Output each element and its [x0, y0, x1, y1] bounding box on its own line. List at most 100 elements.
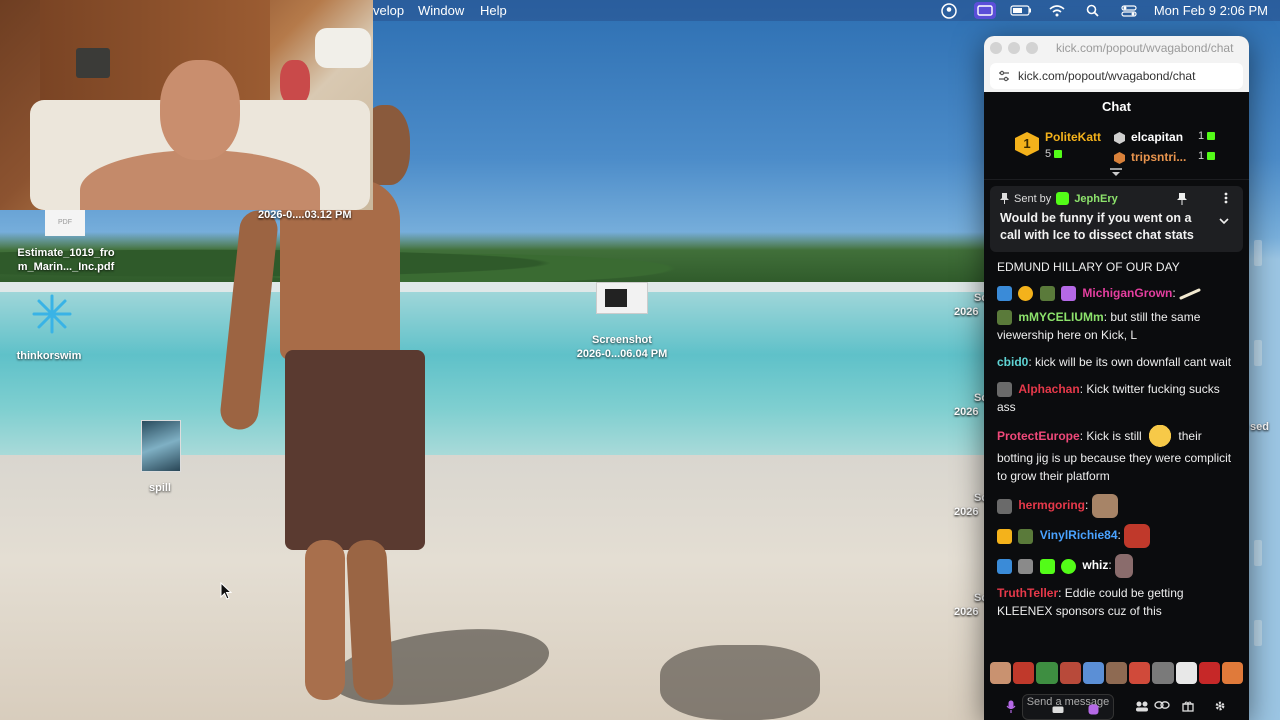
url-text[interactable]: kick.com/popout/wvagabond/chat	[1018, 69, 1195, 83]
badge-icon	[1018, 528, 1034, 544]
chat-username[interactable]: cbid0	[997, 355, 1028, 369]
chat-username[interactable]: MichiganGrown	[1082, 286, 1172, 300]
url-field[interactable]: kick.com/popout/wvagabond/chat	[990, 63, 1243, 89]
chat-username[interactable]: ProtectEurope	[997, 429, 1080, 443]
emote-icon[interactable]	[1059, 662, 1081, 684]
edge-file-icon[interactable]	[1254, 540, 1262, 566]
leader-third-name[interactable]: tripsntri...	[1131, 150, 1186, 164]
pdf-file-label[interactable]: Estimate_1019_fro m_Marin..._Inc.pdf	[14, 246, 118, 274]
thinkorswim-icon[interactable]	[30, 292, 74, 336]
edge-item-label[interactable]: 2026	[954, 406, 978, 418]
chat-message[interactable]: mMYCELIUMm: but still the same viewershi…	[997, 308, 1236, 344]
emote-quick-bar	[990, 662, 1244, 686]
webcam-overlay	[0, 0, 373, 210]
close-window-button[interactable]	[990, 42, 1002, 54]
spill-file-label[interactable]: spill	[130, 481, 190, 495]
badge-icon	[997, 286, 1012, 302]
chat-message[interactable]: MichiganGrown:	[997, 284, 1236, 302]
chat-username[interactable]: Alphachan	[1018, 382, 1079, 396]
chat-username[interactable]: whiz	[1082, 558, 1108, 572]
emote-icon[interactable]	[1082, 662, 1104, 684]
emote-icon[interactable]	[990, 662, 1012, 684]
menu-window[interactable]: Window	[418, 3, 464, 18]
leader-first-name[interactable]: PoliteKatt	[1045, 130, 1101, 144]
emote-icon	[1145, 425, 1176, 449]
screen-mirror-icon[interactable]	[973, 2, 996, 19]
screenshot-file-label[interactable]: Screenshot 2026-0...06.04 PM	[566, 333, 678, 361]
pin-icon[interactable]	[1177, 193, 1187, 205]
badge-icon	[997, 382, 1012, 398]
badge-icon	[1018, 286, 1034, 302]
menu-help[interactable]: Help	[480, 3, 507, 18]
chat-message[interactable]: hermgoring:	[997, 494, 1236, 518]
collapse-leaderboard-icon[interactable]	[1109, 168, 1123, 178]
bronze-rank-icon	[1114, 152, 1125, 164]
pin-small-icon	[1000, 193, 1009, 204]
chat-message-input[interactable]: Send a message	[1022, 694, 1114, 720]
chevron-down-icon[interactable]	[1219, 218, 1229, 225]
emote-icon[interactable]	[1105, 662, 1128, 684]
edge-file-icon[interactable]	[1254, 620, 1262, 646]
emote-icon[interactable]	[1221, 662, 1244, 684]
pinned-message[interactable]: Sent by JephEry Would be funny if you we…	[990, 186, 1243, 252]
chat-username[interactable]: hermgoring	[1018, 498, 1085, 512]
menu-develop[interactable]: velop	[373, 3, 404, 18]
chat-message[interactable]: EDMUND HILLARY OF OUR DAY	[997, 258, 1236, 276]
chat-message[interactable]: VinylRichie84:	[997, 524, 1236, 548]
emote-icon[interactable]	[1013, 662, 1035, 684]
wifi-icon[interactable]	[1046, 2, 1068, 19]
window-title: kick.com/popout/wvagabond/chat	[1056, 41, 1234, 55]
spotlight-search-icon[interactable]	[1082, 2, 1104, 19]
edge-file-icon[interactable]	[1254, 240, 1262, 266]
chat-username[interactable]: VinylRichie84	[1040, 528, 1118, 542]
menubar-clock[interactable]: Mon Feb 9 2:06 PM	[1154, 3, 1268, 18]
badge-icon	[1039, 286, 1055, 302]
rank-badge: 1	[1015, 132, 1039, 156]
gear-icon[interactable]	[1214, 700, 1226, 712]
link-icon[interactable]	[1154, 700, 1170, 710]
more-options-icon[interactable]	[1224, 192, 1228, 204]
emote-icon[interactable]	[1129, 662, 1151, 684]
edge-item-label[interactable]: 2026	[954, 306, 978, 318]
leader-second-name[interactable]: elcapitan	[1131, 130, 1183, 144]
badge-icon	[1056, 192, 1070, 205]
emote-icon[interactable]	[1198, 662, 1220, 684]
pdf-file-icon[interactable]: PDF	[45, 210, 85, 236]
minimize-window-button[interactable]	[1008, 42, 1020, 54]
chat-compose-row: Send a message	[984, 692, 1249, 720]
chat-message[interactable]: ProtectEurope: Kick is still their botti…	[997, 425, 1236, 485]
emote-icon[interactable]	[1036, 662, 1058, 684]
emote-icon[interactable]	[1175, 662, 1197, 684]
chat-header-title: Chat	[1102, 99, 1131, 114]
chat-popout-window: kick.com/popout/wvagabond/chat kick.com/…	[984, 36, 1249, 720]
emote-picker-icon[interactable]	[1088, 704, 1099, 715]
chat-bubble-icon[interactable]	[1052, 706, 1064, 715]
edge-item-label[interactable]: sed	[1250, 421, 1269, 433]
screenshot-file-icon[interactable]	[596, 282, 648, 314]
gift-icon[interactable]	[1182, 700, 1194, 712]
control-center-icon[interactable]	[1118, 2, 1140, 19]
badge-icon	[997, 558, 1012, 574]
chat-message[interactable]: whiz:	[997, 554, 1236, 578]
chat-message[interactable]: Alphachan: Kick twitter fucking sucks as…	[997, 380, 1236, 416]
site-settings-icon[interactable]	[998, 70, 1010, 82]
emote-icon	[1115, 554, 1134, 578]
user-switch-icon[interactable]	[938, 2, 960, 19]
microphone-icon[interactable]	[1006, 700, 1016, 714]
emote-icon[interactable]	[1152, 662, 1174, 684]
spill-file-icon[interactable]	[141, 420, 181, 472]
chat-message[interactable]: TruthTeller: Eddie could be getting KLEE…	[997, 584, 1236, 620]
zoom-window-button[interactable]	[1026, 42, 1038, 54]
emote-icon	[1091, 494, 1118, 518]
pinned-sender[interactable]: JephEry	[1074, 193, 1117, 205]
edge-item-label[interactable]: 2026	[954, 606, 978, 618]
edge-file-icon[interactable]	[1254, 340, 1262, 366]
battery-icon[interactable]	[1010, 2, 1032, 19]
edge-item-label[interactable]: 2026	[954, 506, 978, 518]
window-titlebar[interactable]: kick.com/popout/wvagabond/chat	[984, 36, 1249, 60]
chat-username[interactable]: TruthTeller	[997, 586, 1058, 600]
thinkorswim-label[interactable]: thinkorswim	[8, 349, 90, 363]
users-icon[interactable]	[1135, 700, 1149, 712]
chat-username[interactable]: mMYCELIUMm	[1018, 310, 1103, 324]
chat-message[interactable]: cbid0: kick will be its own downfall can…	[997, 353, 1236, 371]
